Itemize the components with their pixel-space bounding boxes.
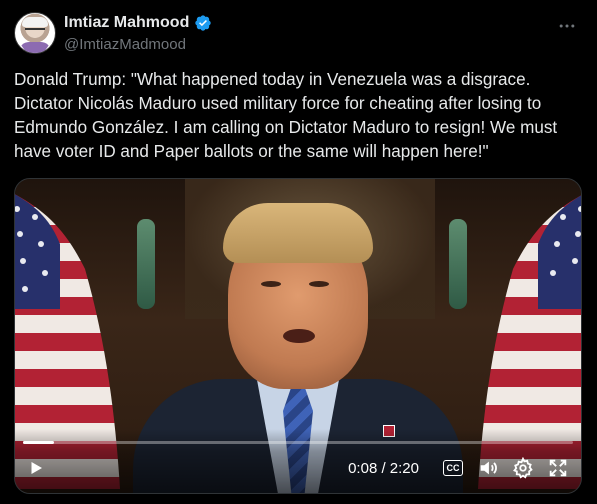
volume-icon[interactable] [475, 455, 501, 481]
video-player[interactable]: 0:08 / 2:20 CC [14, 178, 582, 494]
video-time: 0:08 / 2:20 [348, 459, 419, 477]
author-name-row: Imtiaz Mahmood [64, 14, 212, 32]
post-text: Donald Trump: "What happened today in Ve… [14, 70, 558, 161]
author-avatar[interactable] [14, 12, 56, 54]
post-card: Imtiaz Mahmood @ImtiazMadmood Donald Tru… [0, 0, 597, 504]
verified-badge-icon [194, 14, 212, 32]
play-icon[interactable] [25, 457, 47, 479]
video-controls: 0:08 / 2:20 CC [15, 429, 581, 493]
more-options-icon[interactable] [556, 16, 578, 36]
video-progress-bar[interactable] [23, 441, 573, 444]
settings-icon[interactable] [510, 455, 536, 481]
author-name[interactable]: Imtiaz Mahmood [64, 14, 189, 32]
closed-captions-icon[interactable]: CC [440, 455, 466, 481]
video-progress-fill [23, 441, 55, 444]
fullscreen-icon[interactable] [545, 455, 571, 481]
author-handle[interactable]: @ImtiazMadmood [64, 36, 186, 53]
